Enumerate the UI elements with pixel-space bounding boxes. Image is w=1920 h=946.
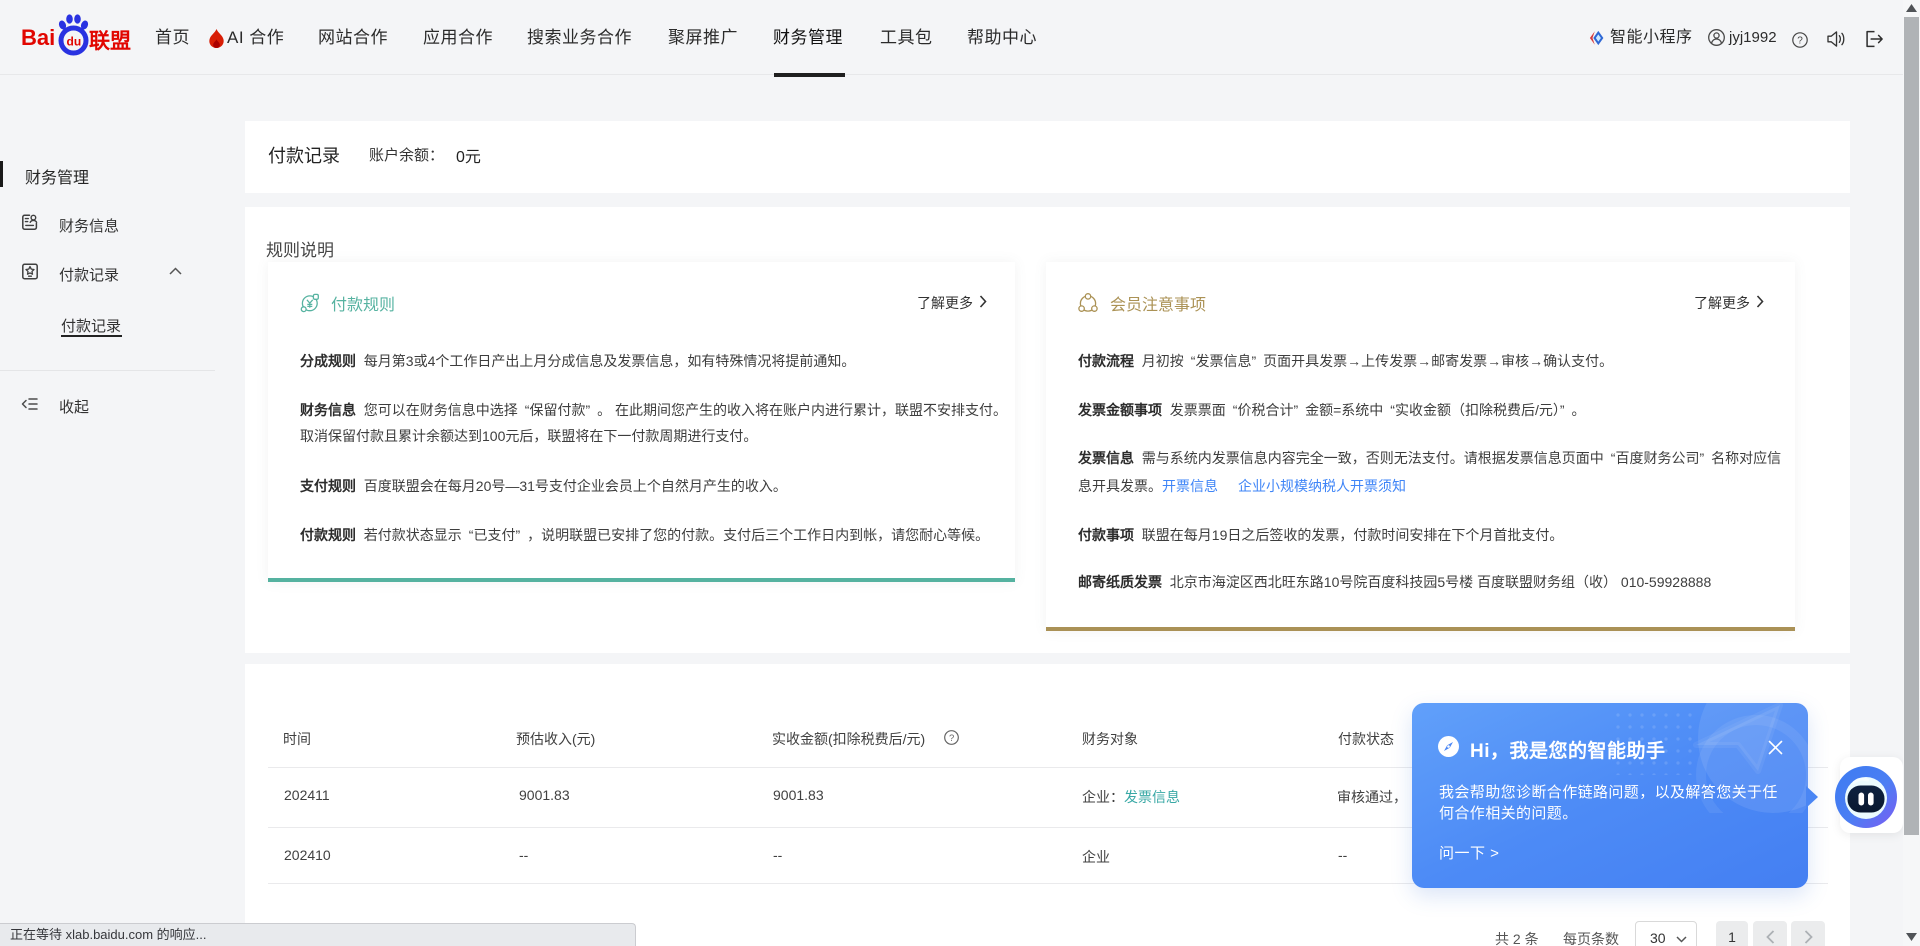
svg-text:?: ? xyxy=(1797,36,1803,47)
svg-text:?: ? xyxy=(949,733,954,744)
svg-text:联盟: 联盟 xyxy=(89,30,131,53)
svg-text:Bai: Bai xyxy=(21,25,55,50)
svg-text:du: du xyxy=(67,35,82,49)
